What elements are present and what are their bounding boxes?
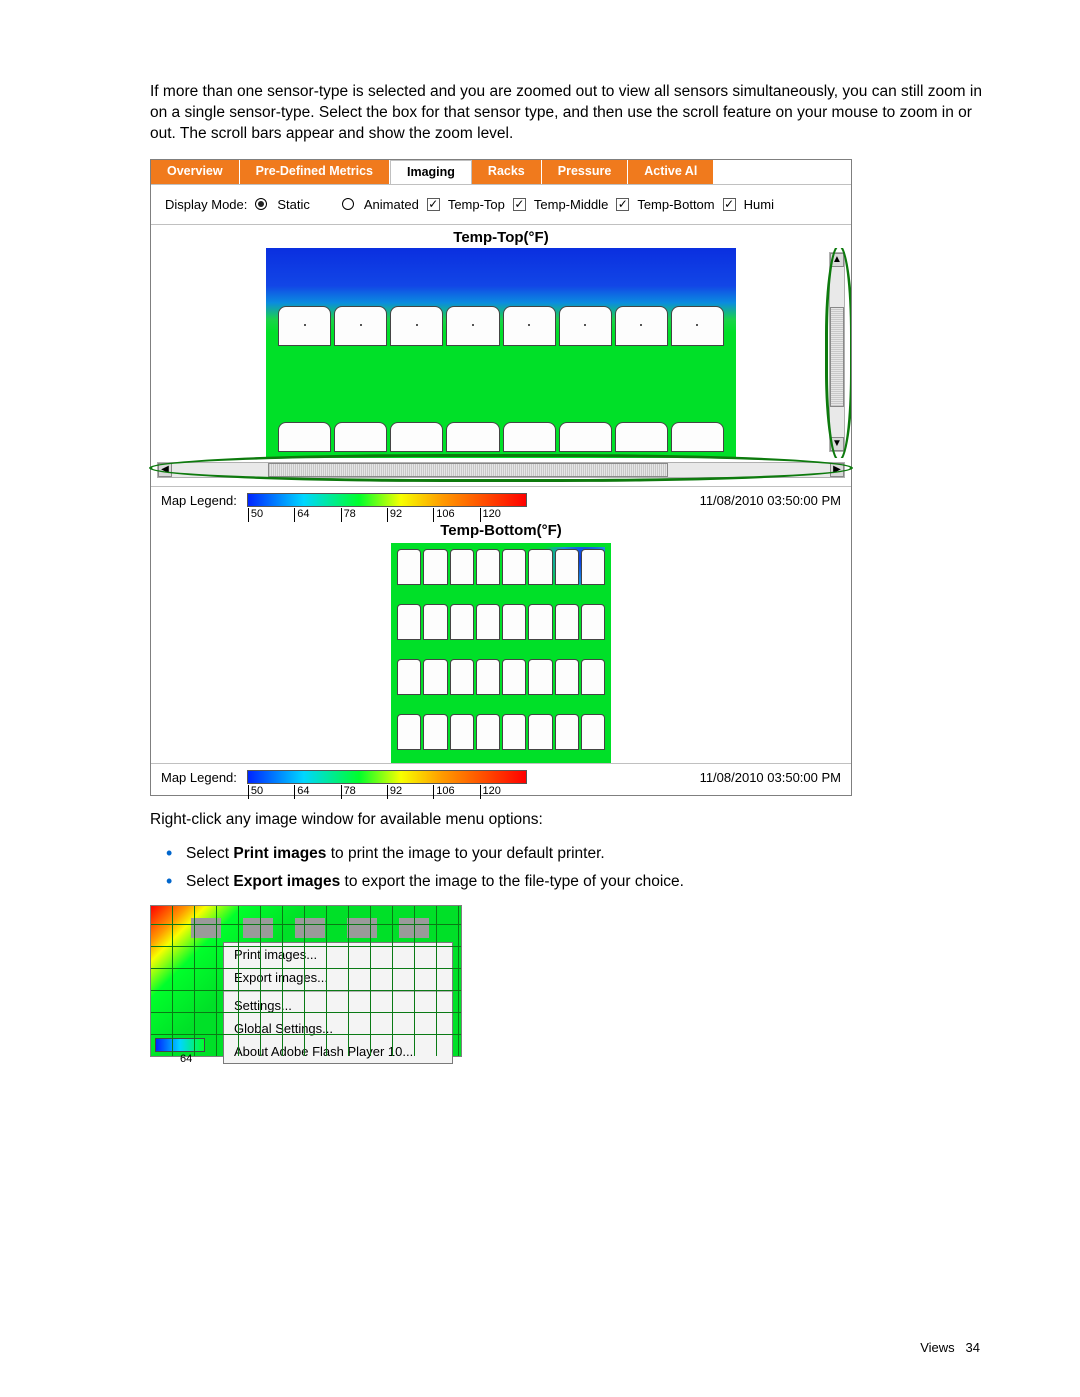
footer-page-number: 34	[966, 1340, 980, 1355]
scroll-up-icon[interactable]: ▲	[830, 253, 844, 267]
legend-tick: 64	[294, 508, 340, 522]
scroll-down-icon[interactable]: ▼	[830, 437, 844, 451]
map-legend-label: Map Legend:	[161, 770, 237, 785]
timestamp: 11/08/2010 03:50:00 PM	[700, 493, 841, 508]
radio-static[interactable]	[255, 198, 267, 210]
radio-static-label: Static	[277, 197, 310, 212]
rack-grid	[397, 549, 605, 757]
checkbox-temp-middle[interactable]	[513, 198, 526, 211]
legend-tick: 78	[341, 785, 387, 799]
list-text: Select	[186, 873, 233, 890]
heatmap-temp-top[interactable]: ▲ ▼	[151, 248, 851, 458]
screenshot-context-menu: Print images... Export images... Setting…	[150, 905, 462, 1057]
menu-item-export-images[interactable]: Export images...	[224, 966, 452, 989]
horizontal-scrollbar[interactable]: ◀ ▶	[157, 462, 845, 478]
print-images-bold: Print images	[233, 845, 326, 862]
scroll-right-icon[interactable]: ▶	[830, 463, 844, 477]
legend-tick: 106	[433, 785, 479, 799]
page-footer: Views 34	[920, 1340, 980, 1355]
checkbox-temp-bottom[interactable]	[616, 198, 629, 211]
list-item: Select Print images to print the image t…	[186, 845, 985, 863]
legend-tick: 120	[480, 785, 526, 799]
checkbox-humidity[interactable]	[723, 198, 736, 211]
rack-row	[278, 422, 724, 452]
menu-item-settings[interactable]: Settings...	[224, 994, 452, 1017]
rack-row	[278, 306, 724, 346]
checkbox-temp-top[interactable]	[427, 198, 440, 211]
checkbox-temp-top-label: Temp-Top	[448, 197, 505, 212]
legend-tick: 64	[180, 1053, 192, 1065]
legend-tick: 50	[248, 508, 294, 522]
menu-item-print-images[interactable]: Print images...	[224, 943, 452, 966]
legend-tick: 50	[248, 785, 294, 799]
radio-animated[interactable]	[342, 198, 354, 210]
menu-item-global-settings[interactable]: Global Settings...	[224, 1017, 452, 1040]
tab-pressure[interactable]: Pressure	[542, 160, 629, 184]
legend-tick: 120	[480, 508, 526, 522]
view-title-temp-top: Temp-Top(°F)	[151, 225, 851, 248]
legend-scale-small: 64	[155, 1038, 205, 1052]
menu-separator	[224, 991, 452, 992]
tab-racks[interactable]: Racks	[472, 160, 542, 184]
map-legend-label: Map Legend:	[161, 493, 237, 508]
timestamp: 11/08/2010 03:50:00 PM	[700, 770, 841, 785]
legend-row-top: Map Legend: 50 64 78 92 106 120 11/08/20…	[151, 486, 851, 518]
imaging-toolbar: Display Mode: Static Animated Temp-Top T…	[151, 185, 851, 225]
menu-item-about-flash[interactable]: About Adobe Flash Player 10...	[224, 1040, 452, 1063]
legend-tick: 106	[433, 508, 479, 522]
vertical-scrollbar[interactable]: ▲ ▼	[829, 252, 845, 452]
radio-animated-label: Animated	[364, 197, 419, 212]
option-list: Select Print images to print the image t…	[186, 845, 985, 891]
tab-predefined-metrics[interactable]: Pre-Defined Metrics	[240, 160, 390, 184]
intro-paragraph: If more than one sensor-type is selected…	[150, 82, 985, 145]
display-mode-label: Display Mode:	[165, 197, 247, 212]
tab-bar: Overview Pre-Defined Metrics Imaging Rac…	[151, 160, 851, 185]
tab-overview[interactable]: Overview	[151, 160, 240, 184]
list-text: to print the image to your default print…	[326, 845, 604, 862]
checkbox-temp-middle-label: Temp-Middle	[534, 197, 608, 212]
list-text: Select	[186, 845, 233, 862]
context-menu: Print images... Export images... Setting…	[223, 942, 453, 1064]
list-item: Select Export images to export the image…	[186, 873, 985, 891]
heatmap-temp-bottom[interactable]	[391, 543, 611, 763]
scroll-thumb[interactable]	[830, 307, 844, 407]
checkbox-temp-bottom-label: Temp-Bottom	[637, 197, 714, 212]
legend-tick: 92	[387, 508, 433, 522]
checkbox-humidity-label: Humi	[744, 197, 774, 212]
tab-active-alerts[interactable]: Active Al	[628, 160, 714, 184]
legend-scale: 50 64 78 92 106 120	[247, 493, 527, 507]
export-images-bold: Export images	[233, 873, 340, 890]
screenshot-imaging-zoom: Overview Pre-Defined Metrics Imaging Rac…	[150, 159, 852, 796]
scroll-thumb[interactable]	[268, 463, 668, 477]
scroll-left-icon[interactable]: ◀	[158, 463, 172, 477]
legend-tick: 78	[341, 508, 387, 522]
tab-imaging[interactable]: Imaging	[390, 160, 472, 184]
list-text: to export the image to the file-type of …	[340, 873, 684, 890]
legend-row-bottom: Map Legend: 50 64 78 92 106 120 11/08/20…	[151, 763, 851, 795]
legend-scale: 50 64 78 92 106 120	[247, 770, 527, 784]
rack-blocks	[191, 918, 429, 938]
legend-tick: 92	[387, 785, 433, 799]
footer-section: Views	[920, 1340, 954, 1355]
rightclick-paragraph: Right-click any image window for availab…	[150, 810, 985, 831]
legend-tick: 64	[294, 785, 340, 799]
